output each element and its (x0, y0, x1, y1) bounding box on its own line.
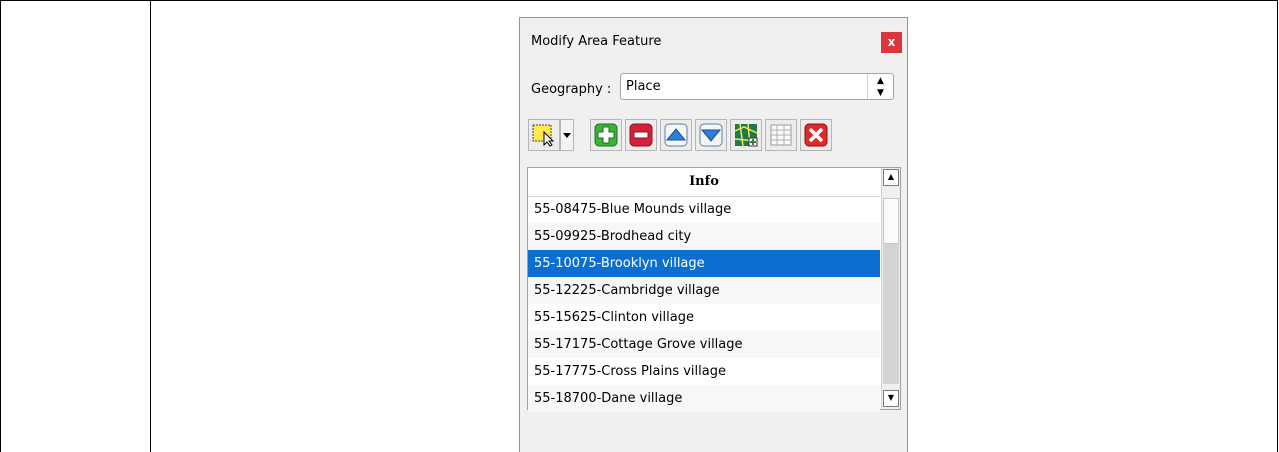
dialog-title: Modify Area Feature (531, 34, 662, 49)
select-feature-icon (532, 124, 555, 147)
add-button[interactable] (590, 119, 622, 151)
move-up-icon (664, 123, 688, 147)
list-item[interactable]: 55-17175-Cottage Grove village (528, 331, 880, 358)
list-item[interactable]: 55-17775-Cross Plains village (528, 358, 880, 385)
move-down-button[interactable] (695, 119, 727, 151)
remove-icon (629, 123, 653, 147)
map-view-icon (734, 123, 758, 147)
move-up-button[interactable] (660, 119, 692, 151)
select-dropdown-button[interactable] (560, 119, 574, 151)
list-item[interactable]: 55-08475-Blue Mounds village (528, 196, 880, 223)
list-item[interactable]: 55-15625-Clinton village (528, 304, 880, 331)
move-down-icon (699, 123, 723, 147)
list-item[interactable]: 55-12225-Cambridge village (528, 277, 880, 304)
column-divider (150, 0, 151, 452)
table-view-icon (770, 124, 792, 146)
select-feature-button[interactable] (528, 119, 560, 151)
close-button[interactable]: x (881, 32, 902, 53)
modify-area-feature-dialog: Modify Area Feature x Geography : Place … (519, 17, 908, 452)
info-list[interactable]: Info 55-08475-Blue Mounds village 55-099… (527, 167, 901, 412)
select-arrows-icon: ▲ ▼ (867, 74, 893, 99)
geography-label: Geography : (531, 82, 612, 97)
vertical-scrollbar[interactable]: ▲ ▼ (881, 168, 900, 409)
scroll-down-icon[interactable]: ▼ (883, 390, 899, 407)
list-item-selected[interactable]: 55-10075-Brooklyn village (528, 250, 880, 277)
table-view-button[interactable] (765, 119, 797, 151)
dropdown-arrow-icon (563, 133, 571, 138)
info-column-header[interactable]: Info (528, 168, 880, 197)
delete-button[interactable] (800, 119, 832, 151)
list-item[interactable]: 55-09925-Brodhead city (528, 223, 880, 250)
map-view-button[interactable] (730, 119, 762, 151)
scroll-up-icon[interactable]: ▲ (883, 169, 899, 186)
scroll-thumb[interactable] (883, 198, 899, 244)
geography-select[interactable]: Place ▲ ▼ (620, 73, 894, 100)
delete-icon (804, 123, 828, 147)
scroll-track[interactable] (883, 244, 899, 384)
geography-value: Place (626, 79, 661, 94)
add-icon (594, 123, 618, 147)
remove-button[interactable] (625, 119, 657, 151)
list-item[interactable]: 55-18700-Dane village (528, 385, 880, 412)
